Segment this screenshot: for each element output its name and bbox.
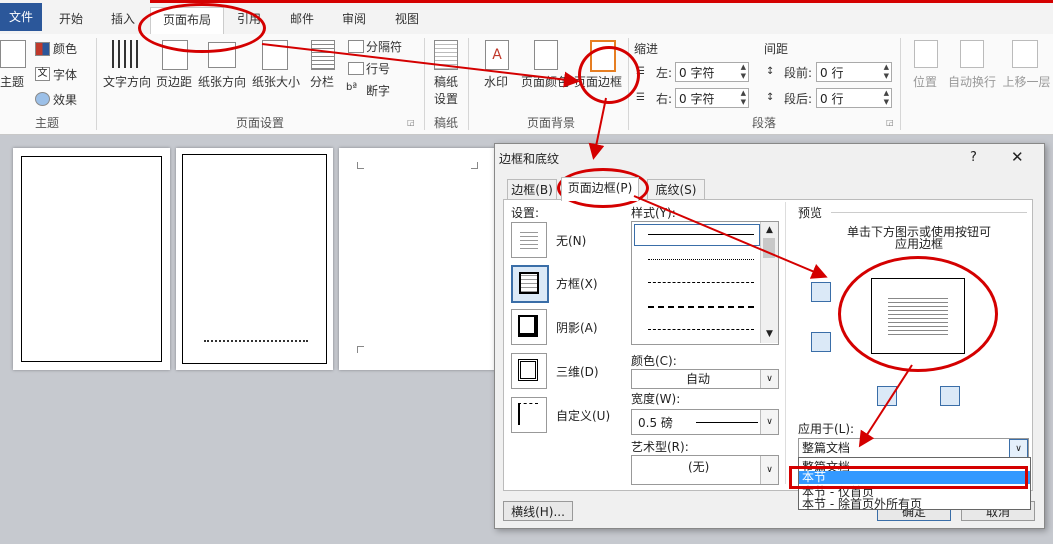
arrow-to-apply-to <box>858 364 913 448</box>
arrow-to-dialog-tab <box>588 97 607 160</box>
annotation-arrows <box>261 43 913 448</box>
arrow-to-preview <box>633 195 828 279</box>
arrow-to-page-borders <box>261 43 580 88</box>
